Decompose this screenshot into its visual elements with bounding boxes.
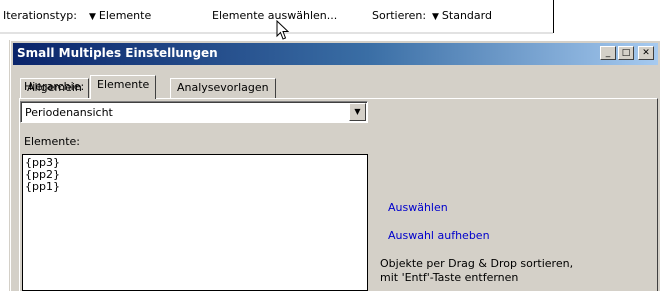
tab-analysevorlagen[interactable]: Analysevorlagen [170,78,276,98]
iteration-type-value: Elemente [98,9,152,22]
list-item[interactable]: {pp3} [23,157,367,169]
window-controls: _ □ ✕ [600,46,654,60]
list-item[interactable]: {pp1} [23,181,367,193]
hint-line: mit 'Entf'-Taste entfernen [380,271,519,284]
minimize-button[interactable]: _ [600,46,616,60]
iteration-type-label: Iterationstyp: [3,9,77,22]
sort-label: Sortieren: [372,9,427,22]
mouse-pointer-icon [276,20,290,40]
maximize-button[interactable]: □ [618,46,634,60]
list-item[interactable]: {pp2} [23,169,367,181]
drag-drop-hint: Objekte per Drag & Drop sortieren, mit '… [380,257,573,285]
hierarchy-value: Periodenansicht [25,106,113,119]
hierarchy-label: Hierarchie: [24,80,85,93]
close-button[interactable]: ✕ [638,46,654,60]
elements-listbox[interactable]: {pp3} {pp2} {pp1} [22,154,368,291]
iteration-type-dropdown[interactable]: ▼ Elemente [85,9,151,22]
chevron-down-icon[interactable]: ▼ [349,103,366,121]
hierarchy-select[interactable]: Periodenansicht ▼ [20,101,368,123]
hint-line: Objekte per Drag & Drop sortieren, [380,257,574,270]
select-link[interactable]: Auswählen [388,201,448,214]
deselect-link[interactable]: Auswahl aufheben [388,229,490,242]
dialog-title: Small Multiples Einstellungen [17,46,218,60]
dialog-titlebar[interactable]: Small Multiples Einstellungen _ □ ✕ [13,43,658,65]
sort-value: Standard [441,9,492,22]
toolbar-divider [553,0,554,33]
chevron-down-icon: ▼ [432,12,439,22]
elements-label: Elemente: [24,135,81,148]
sort-dropdown[interactable]: ▼ Standard [428,9,492,22]
chevron-down-icon: ▼ [89,12,96,22]
select-elements-button[interactable]: Elemente auswählen... [212,9,337,22]
tab-elemente[interactable]: Elemente [90,75,157,99]
